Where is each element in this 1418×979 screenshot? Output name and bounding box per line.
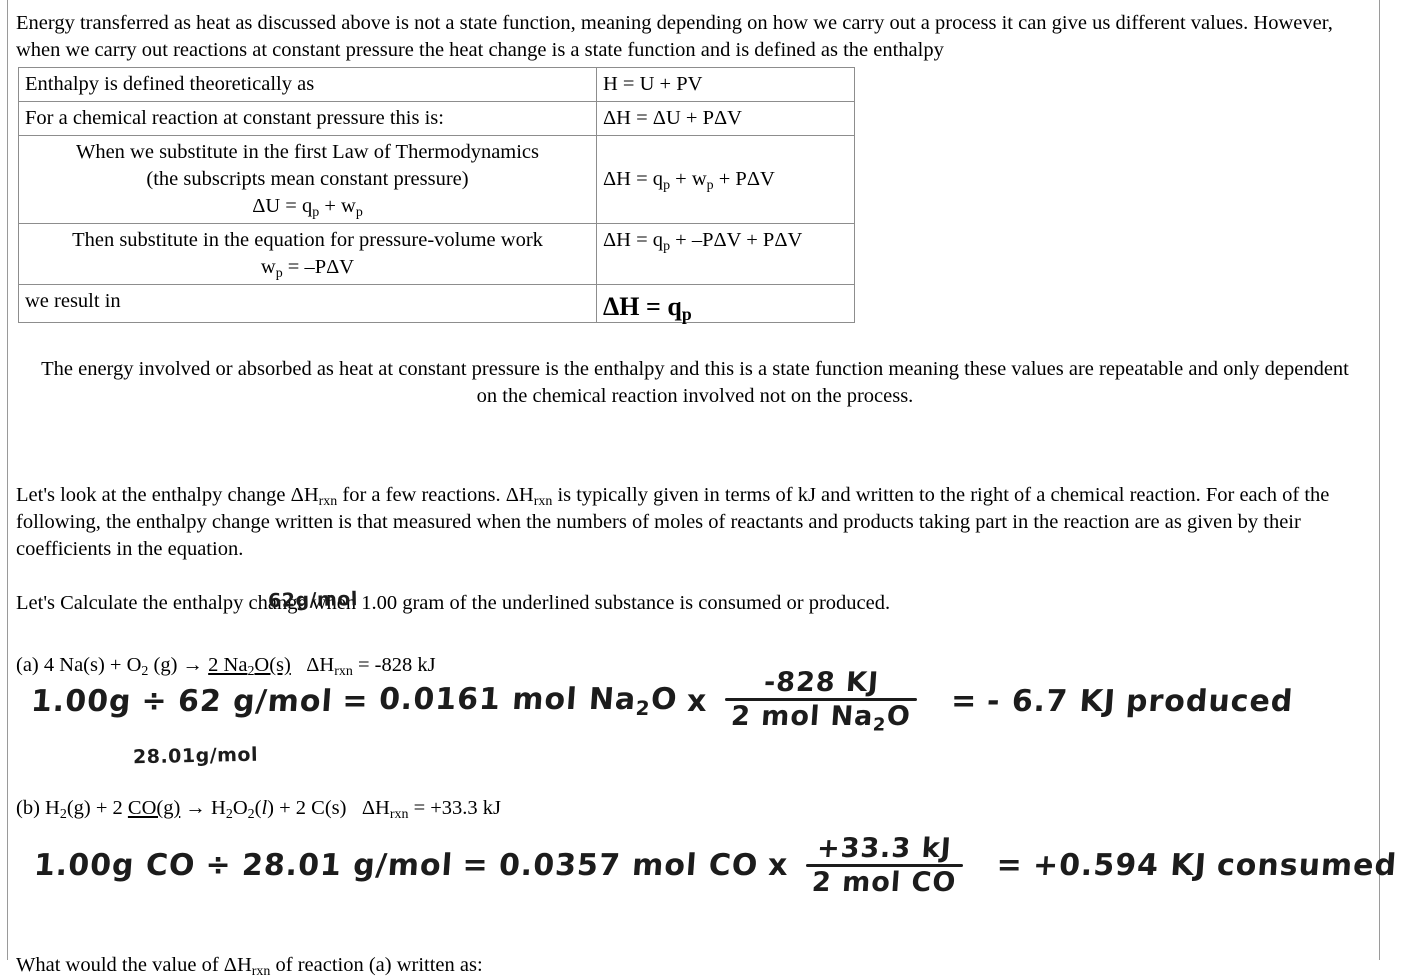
handwork-b-result-equals: = bbox=[996, 848, 1023, 884]
reaction-b-delta-h-sub: rxn bbox=[389, 806, 409, 822]
handwork-b-conversion-fraction: +33.3 kJ 2 mol CO bbox=[806, 833, 963, 899]
handwritten-calculation-b: 1.00g CO ÷ 28.01 g/mol = 0.0357 mol CO x… bbox=[32, 833, 1407, 899]
table-row: Enthalpy is defined theoretically as H =… bbox=[18, 67, 855, 102]
table-cell-equation: ΔH = qp + –PΔV + PΔV bbox=[596, 223, 855, 285]
reaction-b-underlined-substance: CO(g) bbox=[127, 797, 181, 819]
label-line-3: ΔU = qp + wp bbox=[252, 195, 363, 220]
closing-question-sub: rxn bbox=[251, 963, 271, 979]
handwritten-molar-mass-note-a: 62g/mol bbox=[267, 588, 359, 612]
label-line-2: wp = –PΔV bbox=[260, 256, 355, 281]
table-cell-label: Then substitute in the equation for pres… bbox=[18, 223, 597, 285]
handwork-b-frac-denominator: 2 mol CO bbox=[811, 867, 958, 899]
table-cell-label: we result in bbox=[18, 284, 597, 323]
table-row: Then substitute in the equation for pres… bbox=[18, 223, 855, 285]
handwork-a-conversion-fraction: -828 KJ 2 mol Na2O bbox=[725, 667, 918, 736]
handwork-a-equals: = bbox=[342, 683, 369, 719]
handwritten-molar-mass-note-b: 28.01g/mol bbox=[132, 743, 259, 769]
handwork-a-molar-mass: 62 g/mol bbox=[176, 683, 334, 719]
closing-question: What would the value of ΔHrxn of reactio… bbox=[16, 952, 1374, 979]
handwork-b-moles: 0.0357 mol CO bbox=[497, 848, 760, 884]
closing-question-text-1: What would the value of ΔH bbox=[16, 954, 252, 976]
reaction-b-reactants: H2(g) + 2 bbox=[45, 797, 128, 822]
handwork-a-mass: 1.00g bbox=[29, 683, 133, 719]
handwritten-calculation-a: 1.00g ÷ 62 g/mol = 0.0161 mol Na2O x -82… bbox=[29, 667, 1303, 736]
label-line-1: When we substitute in the first Law of T… bbox=[75, 141, 540, 163]
handwork-a-result-word: produced bbox=[1124, 683, 1295, 719]
table-cell-equation: H = U + PV bbox=[596, 67, 855, 102]
table-cell-equation: ΔH = qp bbox=[596, 284, 855, 323]
handwork-b-divide: ÷ bbox=[205, 848, 232, 884]
left-margin-rule bbox=[7, 0, 8, 960]
handwork-b-frac-numerator: +33.3 kJ bbox=[816, 833, 953, 864]
instruction-text-2: for a few reactions. ΔH bbox=[337, 484, 534, 506]
table-row: we result in ΔH = qp bbox=[18, 284, 855, 323]
label-line-1: Then substitute in the equation for pres… bbox=[72, 229, 543, 251]
handwork-a-divide: ÷ bbox=[141, 683, 168, 719]
handwork-a-times: x bbox=[687, 683, 708, 719]
table-cell-equation: ΔH = qp + wp + PΔV bbox=[596, 135, 855, 224]
table-cell-label: When we substitute in the first Law of T… bbox=[18, 135, 597, 224]
reaction-b-delta-h-value: = +33.3 kJ bbox=[413, 797, 502, 819]
reaction-b-line: (b) H2(g) + 2 CO(g) → H2O2(l) + 2 C(s) Δ… bbox=[16, 795, 1374, 822]
instruction-sub-2: rxn bbox=[533, 493, 553, 509]
handwork-a-frac-numerator: -828 KJ bbox=[762, 667, 880, 698]
closing-question-text-2: of reaction (a) written as: bbox=[270, 954, 483, 976]
handwork-a-result: - 6.7 KJ bbox=[985, 683, 1118, 719]
reaction-b-products: → H2O2(l) + 2 C(s) bbox=[180, 797, 347, 822]
reaction-b-delta-h-label: ΔH bbox=[361, 797, 390, 819]
reaction-b-label: (b) bbox=[16, 797, 40, 819]
calculate-prompt: Let's Calculate the enthalpy change when… bbox=[16, 592, 891, 614]
handwork-a-result-equals: = bbox=[951, 683, 978, 719]
summary-paragraph: The energy involved or absorbed as heat … bbox=[41, 358, 1349, 407]
table-cell-label: For a chemical reaction at constant pres… bbox=[18, 101, 597, 136]
table-row: For a chemical reaction at constant pres… bbox=[18, 101, 855, 136]
instruction-paragraph: Let's look at the enthalpy change ΔHrxn … bbox=[16, 482, 1374, 563]
handwork-a-moles: 0.0161 mol Na2O bbox=[377, 682, 679, 721]
handwork-a-frac-denominator: 2 mol Na2O bbox=[730, 701, 913, 736]
enthalpy-derivation-table: Enthalpy is defined theoretically as H =… bbox=[18, 67, 855, 323]
handwork-b-result: +0.594 KJ bbox=[1031, 848, 1208, 884]
document-page: Energy transferred as heat as discussed … bbox=[16, 0, 1398, 978]
handwork-b-molar-mass: 28.01 g/mol bbox=[240, 848, 454, 884]
handwork-b-mass: 1.00g CO bbox=[32, 848, 197, 884]
table-row: When we substitute in the first Law of T… bbox=[18, 135, 855, 224]
handwork-b-equals: = bbox=[462, 848, 489, 884]
right-margin-rule bbox=[1379, 0, 1380, 960]
handwork-b-times: x bbox=[768, 848, 789, 884]
handwork-b-result-word: consumed bbox=[1215, 848, 1398, 884]
table-cell-equation: ΔH = ΔU + PΔV bbox=[596, 101, 855, 136]
label-line-2: (the subscripts mean constant pressure) bbox=[146, 168, 469, 190]
instruction-sub-1: rxn bbox=[318, 493, 338, 509]
instruction-text-1: Let's look at the enthalpy change ΔH bbox=[16, 484, 319, 506]
table-cell-label: Enthalpy is defined theoretically as bbox=[18, 67, 597, 102]
intro-paragraph: Energy transferred as heat as discussed … bbox=[16, 12, 1333, 61]
